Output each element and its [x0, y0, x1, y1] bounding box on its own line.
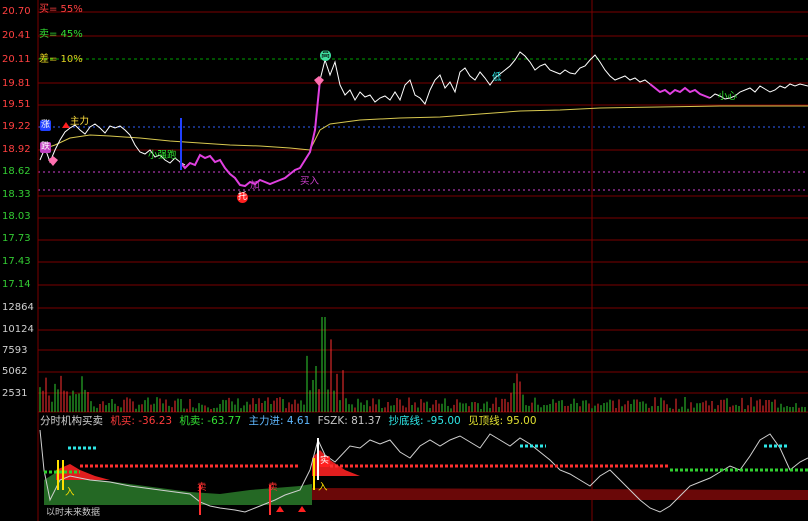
up-arrow-icon: [298, 506, 306, 512]
price-axis-label: 18.92: [2, 144, 31, 155]
marker-gao: 高: [320, 50, 332, 61]
marker-xiaoxin: 小心: [718, 91, 738, 102]
marker-mairu: 买入: [300, 176, 320, 187]
price-axis-label: 18.03: [2, 211, 31, 222]
indicator-item-2: 主力进: 4.61: [248, 415, 311, 427]
marker-die: 跌: [40, 142, 52, 153]
indicator-dark-red-area: [312, 488, 808, 500]
price-axis-label: 17.73: [2, 233, 31, 244]
marker-jia: 加: [250, 180, 260, 191]
price-line-highlight: [179, 79, 321, 188]
legend-diff: 差= 10%: [39, 54, 83, 65]
indicator-title-row: 分时机构买卖 机买: -36.23 机卖: -63.77 主力进: 4.61 F…: [40, 414, 541, 428]
marker-mai-1: 卖: [197, 482, 207, 493]
marker-ru: 入: [318, 482, 328, 493]
marker-shi: 实: [319, 456, 331, 467]
diamond-marker-icon: [314, 76, 324, 86]
indicator-name: 分时机构买卖: [40, 415, 103, 427]
volume-bars: [39, 317, 806, 412]
marker-xiaoqiangpao: 小强跑: [148, 150, 177, 161]
price-axis-label: 19.81: [2, 78, 31, 89]
bottom-note: 以时未来数据: [46, 508, 101, 518]
volume-axis-label: 7593: [2, 345, 28, 356]
price-axis-label: 20.70: [2, 6, 31, 17]
marker-ru-left: 入: [65, 487, 75, 498]
volume-axis-label: 10124: [2, 324, 34, 335]
indicator-item-0: 机买: -36.23: [110, 415, 173, 427]
price-axis-label: 18.33: [2, 189, 31, 200]
price-axis-label: 20.11: [2, 54, 31, 65]
up-arrow-icon: [276, 506, 284, 512]
indicator-item-3: FSZK: 81.37: [317, 415, 382, 427]
legend-buy: 买= 55%: [39, 4, 83, 15]
price-axis-label: 19.51: [2, 99, 31, 110]
price-axis-label: 17.14: [2, 279, 31, 290]
volume-axis-label: 12864: [2, 302, 34, 313]
marker-tuo: 托: [237, 192, 249, 203]
legend-sell: 卖= 45%: [39, 29, 83, 40]
indicator-item-4: 抄底线: -95.00: [388, 415, 461, 427]
signal-dots-green: [44, 468, 808, 474]
indicator-item-1: 机卖: -63.77: [179, 415, 242, 427]
indicator-item-5: 见顶线: 95.00: [468, 415, 537, 427]
price-axis-label: 18.62: [2, 166, 31, 177]
volume-axis-label: 2531: [2, 388, 28, 399]
chart-window: 20.70 20.41 20.11 19.81 19.51 19.22 18.92 18.62…: [0, 0, 808, 521]
chart-canvas[interactable]: [0, 0, 808, 521]
volume-axis-label: 5062: [2, 366, 28, 377]
price-axis-label: 20.41: [2, 30, 31, 41]
marker-diyi: 低: [492, 72, 502, 83]
price-grid: [37, 0, 808, 521]
diamond-marker-icon: [48, 156, 58, 166]
marker-zhang: 涨: [40, 120, 52, 131]
signal-dots-cyan: [68, 444, 788, 450]
average-line: [39, 105, 808, 151]
marker-zhuli: 主力: [70, 116, 90, 127]
marker-mai-2: 卖: [268, 482, 278, 493]
up-arrow-icon: [62, 122, 70, 128]
price-axis-label: 19.22: [2, 121, 31, 132]
price-axis-label: 17.43: [2, 256, 31, 267]
